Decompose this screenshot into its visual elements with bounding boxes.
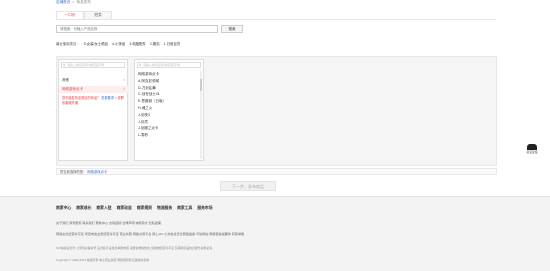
permission-note-text: 您不能发布该类目的商品？	[62, 96, 101, 100]
tab-divider	[56, 18, 496, 19]
permission-note: 您不能发布该类目的商品？ 查看要求 > 或联系客服开通	[62, 96, 124, 105]
subcategory-item[interactable]: 网络游戏点卡	[138, 71, 200, 78]
subcategory-list: 网络游戏点卡 A-阿克尼领域 D-刀剑乱舞 C-创世战士OL E-恶魔城（日版）…	[138, 71, 200, 139]
category-column-2: ⚲ 请输入类目名称/拼音首字母 网络游戏点卡 A-阿克尼领域 D-刀剑乱舞 C-…	[134, 59, 204, 161]
search-button[interactable]: 搜索	[221, 25, 243, 33]
selected-category-value: 网络游戏点卡	[87, 170, 108, 174]
column-1-search[interactable]: ⚲ 请输入类目名称/拼音首字母	[61, 62, 125, 68]
subcategory-item[interactable]: J-剑魔之点卡	[138, 125, 200, 132]
search-icon: ⚲	[139, 63, 142, 67]
recent-category-item[interactable]: 5-女装/女士精品	[84, 41, 108, 46]
category-item-label: 其他	[62, 78, 69, 82]
scrollbar[interactable]	[200, 71, 202, 159]
selected-category-label: 您当前选择的是：	[60, 170, 87, 174]
subcategory-item[interactable]: D-刀剑乱舞	[138, 85, 200, 92]
recent-categories: 最近使用类目： 5-女装/女士精品 4-小饰品 3-电脑配件 2-箱包 1-日用…	[56, 41, 180, 46]
category-item-game-cards[interactable]: 网络游戏点卡 >	[59, 86, 128, 93]
footer-nav-item[interactable]: 商家中心	[56, 206, 71, 211]
recent-category-item[interactable]: 2-箱包	[150, 41, 160, 46]
footer-links-row[interactable]: 关于我们 商家服务 联系我们 帮助中心 友情链接 法律声明 诚聘英才 隐私政策	[56, 220, 161, 225]
chevron-right-icon: >	[122, 78, 125, 82]
footer-nav-item[interactable]: 商家规则	[137, 206, 152, 211]
footer-registration-row: ICP备案证书号 公安机关备案号 违法和不良信息举报电话 消费者维权热线 出版物…	[56, 246, 213, 250]
subcategory-item[interactable]: E-恶魔城（日版）	[138, 98, 200, 105]
category-column-1: ⚲ 请输入类目名称/拼音首字母 其他 > 网络游戏点卡 > 您不能发布该类目的商…	[58, 59, 128, 161]
scrollbar-thumb[interactable]	[200, 79, 202, 91]
footer-nav-item[interactable]: 商家成长	[76, 206, 91, 211]
footer-license-row[interactable]: 网络文化经营许可证 增值电信业务经营许可证 营业执照 网络交易平台 网上110 …	[56, 231, 244, 236]
category-item-label: 网络游戏点卡	[62, 87, 83, 91]
breadcrumb-current: 商品发布	[76, 0, 91, 4]
next-step-button[interactable]: 下一步，发布商品	[220, 181, 276, 191]
subcategory-item[interactable]: C-创世战士OL	[138, 91, 200, 98]
footer-copyright: Copyright © 2004-2024 版权所有 电子营业执照 网络游戏防沉…	[56, 258, 150, 262]
breadcrumb-home[interactable]: 店铺首页	[56, 0, 70, 5]
column-1-search-placeholder: 请输入类目名称/拼音首字母	[67, 63, 104, 67]
feedback-label: 意见反馈	[526, 150, 538, 154]
category-item-other[interactable]: 其他 >	[59, 77, 128, 84]
subcategory-item[interactable]: H-魂之火	[138, 105, 200, 112]
recent-categories-label: 最近使用类目：	[56, 42, 80, 46]
footer-nav-item[interactable]: 商家工具	[177, 206, 192, 211]
footer-nav-item[interactable]: 商家动态	[117, 206, 132, 211]
subcategory-item[interactable]: A-阿克尼领域	[138, 78, 200, 85]
breadcrumb: 店铺首页 > 商品发布	[56, 0, 91, 5]
subcategory-item[interactable]: L-零秒	[138, 132, 200, 139]
column-2-search[interactable]: ⚲ 请输入类目名称/拼音首字母	[137, 62, 201, 68]
footer-nav: 商家中心 商家成长 商家入驻 商家动态 商家规则 物流服务 商家工具 服务市场	[56, 206, 213, 211]
footer-nav-item[interactable]: 物流服务	[157, 206, 172, 211]
recent-category-item[interactable]: 3-电脑配件	[129, 41, 146, 46]
feedback-widget[interactable]: 意见反馈	[523, 144, 541, 156]
recent-category-item[interactable]: 4-小饰品	[112, 41, 125, 46]
category-search-input[interactable]	[56, 25, 218, 33]
footer-nav-item[interactable]: 商家入驻	[96, 206, 111, 211]
search-icon: ⚲	[63, 63, 66, 67]
subcategory-item[interactable]: J-剑侠3	[138, 112, 200, 119]
subcategory-item[interactable]: J-剑灵	[138, 119, 200, 126]
footer-nav-item[interactable]: 服务市场	[197, 206, 212, 211]
view-requirements-link[interactable]: 查看要求 >	[101, 96, 117, 100]
selected-category-bar: 您当前选择的是： 网络游戏点卡	[56, 168, 497, 175]
chevron-right-icon: >	[122, 87, 125, 91]
breadcrumb-separator: >	[72, 0, 75, 4]
column-2-search-placeholder: 请输入类目名称/拼音首字母	[143, 63, 180, 67]
recent-category-item[interactable]: 1-日用百货	[164, 41, 181, 46]
